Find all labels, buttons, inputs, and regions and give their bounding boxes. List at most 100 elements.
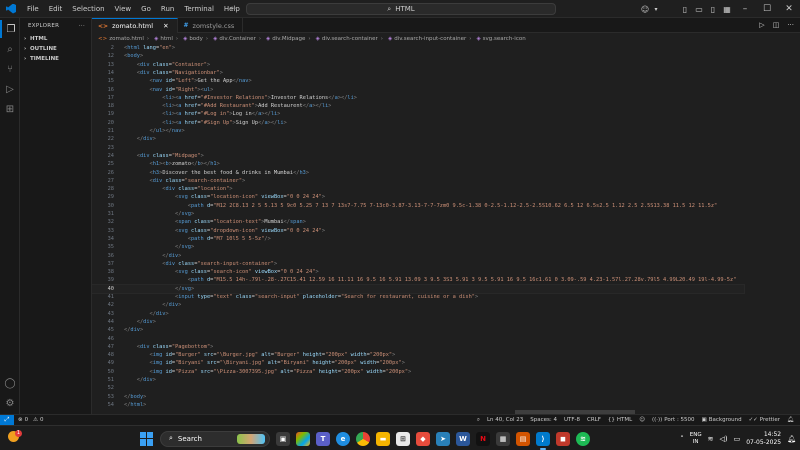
code-line[interactable]: 48 <img id="Burger" src="\Burger.jpg" al… xyxy=(92,351,744,359)
code-line[interactable]: 15 <nav id="Left">Get the App</nav> xyxy=(92,77,744,85)
code-text[interactable] xyxy=(114,144,124,152)
app-red-icon[interactable]: ◆ xyxy=(416,431,430,446)
code-text[interactable]: </div> xyxy=(114,326,143,334)
code-line[interactable]: 25 <h1><b>zomato</b></h1> xyxy=(92,160,744,168)
menu-terminal[interactable]: Terminal xyxy=(179,0,219,18)
code-line[interactable]: 38 <svg class="search-icon" viewBox="0 0… xyxy=(92,268,744,276)
word-icon[interactable]: W xyxy=(456,431,470,446)
code-line[interactable]: 51 </div> xyxy=(92,376,744,384)
code-text[interactable]: <img id="Pizza" src="\Pizza-3007395.jpg"… xyxy=(114,368,412,376)
code-line[interactable]: 46 xyxy=(92,335,744,343)
run-debug-icon[interactable]: ▷ xyxy=(0,80,20,98)
code-editor[interactable]: 2 <html lang="en"> 12 <body> 13 <div class="… xyxy=(92,44,800,414)
toggle-panel-icon[interactable]: ▭ xyxy=(692,5,706,14)
end-of-line[interactable]: CRLF xyxy=(587,417,601,423)
code-line[interactable]: 53 </body> xyxy=(92,393,744,401)
sidebar-section-timeline[interactable]: › TIMELINE xyxy=(20,54,91,64)
prettier-status[interactable]: ✓✓ Prettier xyxy=(749,417,780,423)
code-line[interactable]: 12 <body> xyxy=(92,52,744,60)
tab-zomato-html[interactable]: <> zomato.html ✕ xyxy=(92,18,178,33)
menu-view[interactable]: View xyxy=(110,0,137,18)
code-line[interactable]: 36 </div> xyxy=(92,252,744,260)
code-text[interactable]: </div> xyxy=(114,252,181,260)
extensions-icon[interactable]: ⊞ xyxy=(0,100,20,118)
code-text[interactable]: <span class="location-text">Mumbai</span… xyxy=(114,218,306,226)
code-text[interactable]: <div class="Pagebottom"> xyxy=(114,343,214,351)
search-view-icon[interactable]: ⌕ xyxy=(0,40,20,58)
code-line[interactable]: 41 <input type="text" class="search-inpu… xyxy=(92,293,744,301)
code-text[interactable]: <svg class="search-icon" viewBox="0 0 24… xyxy=(114,268,319,276)
breadcrumb-item[interactable]: › ◈ div.search-container xyxy=(305,36,377,42)
notifications-bell-icon[interactable]: 🔔︎ xyxy=(787,435,796,443)
code-text[interactable]: <div class="Navigationbar"> xyxy=(114,69,223,77)
code-text[interactable]: </div> xyxy=(114,318,156,326)
code-line[interactable]: 24 <div class="Midpage"> xyxy=(92,152,744,160)
code-text[interactable]: </html> xyxy=(114,401,146,409)
code-line[interactable]: 19 <li><a href="#Log in">Log in</a></li> xyxy=(92,110,744,118)
code-line[interactable]: 28 <div class="location"> xyxy=(92,185,744,193)
battery-icon[interactable]: ▭ xyxy=(734,435,741,443)
task-view-icon[interactable]: ▣ xyxy=(276,431,290,446)
menu-selection[interactable]: Selection xyxy=(67,0,109,18)
code-text[interactable]: <div class="search-input-container"> xyxy=(114,260,277,268)
menu-file[interactable]: File xyxy=(22,0,44,18)
code-line[interactable]: 26 <h3>Discover the best food & drinks i… xyxy=(92,169,744,177)
code-text[interactable]: </ul></nav> xyxy=(114,127,185,135)
code-text[interactable]: </svg> xyxy=(114,285,194,293)
minimize-button[interactable]: – xyxy=(734,4,756,14)
indentation[interactable]: Spaces: 4 xyxy=(530,417,557,423)
spotify-icon[interactable]: ≋ xyxy=(576,431,590,446)
code-line[interactable]: 43 </div> xyxy=(92,310,744,318)
live-server-port[interactable]: ((·)) Port : 5500 xyxy=(652,417,695,423)
cursor-position[interactable]: Ln 40, Col 23 xyxy=(487,417,523,423)
source-control-icon[interactable]: ⑂ xyxy=(0,60,20,78)
code-line[interactable]: 14 <div class="Navigationbar"> xyxy=(92,69,744,77)
code-line[interactable]: 33 <svg class="dropdown-icon" viewBox="0… xyxy=(92,227,744,235)
language-mode[interactable]: {} HTML xyxy=(608,417,632,423)
copilot-status-icon[interactable]: ☺ xyxy=(639,417,645,423)
code-line[interactable]: 35 </svg> xyxy=(92,243,744,251)
code-line[interactable]: 27 <div class="search-container"> xyxy=(92,177,744,185)
code-line[interactable]: 42 </div> xyxy=(92,301,744,309)
code-line[interactable]: 21 </ul></nav> xyxy=(92,127,744,135)
code-text[interactable] xyxy=(114,384,124,392)
run-icon[interactable]: ▷ xyxy=(759,21,764,29)
more-actions-icon[interactable]: ··· xyxy=(787,21,794,29)
code-line[interactable]: 13 <div class="Container"> xyxy=(92,61,744,69)
maximize-button[interactable]: ☐ xyxy=(756,4,778,14)
code-text[interactable]: </svg> xyxy=(114,210,194,218)
code-text[interactable]: <img id="Biryani" src="\Biryani.jpg" alt… xyxy=(114,359,405,367)
weather-widget[interactable]: 1 xyxy=(6,430,22,446)
code-line[interactable]: 18 <li><a href="#Add Restaurant">Add Res… xyxy=(92,102,744,110)
code-line[interactable]: 37 <div class="search-input-container"> xyxy=(92,260,744,268)
account-icon[interactable]: ◯ xyxy=(0,374,20,392)
code-text[interactable]: <html lang="en"> xyxy=(114,44,175,52)
code-line[interactable]: 44 </div> xyxy=(92,318,744,326)
code-line[interactable]: 30 <path d="M12 2C8.13 2 5 5.13 5 9c0 5.… xyxy=(92,202,744,210)
menu-go[interactable]: Go xyxy=(136,0,156,18)
back-arrow-icon[interactable]: ← xyxy=(230,4,238,14)
code-text[interactable]: <li><a href="#Add Restaurant">Add Restau… xyxy=(114,102,331,110)
explorer-icon[interactable]: ❐ xyxy=(0,20,20,38)
netflix-icon[interactable]: N xyxy=(476,431,490,446)
code-line[interactable]: 2 <html lang="en"> xyxy=(92,44,744,52)
code-line[interactable]: 22 </div> xyxy=(92,135,744,143)
split-editor-icon[interactable]: ◫ xyxy=(773,21,780,29)
code-text[interactable]: </div> xyxy=(114,376,156,384)
code-line[interactable]: 31 </svg> xyxy=(92,210,744,218)
breadcrumb-item[interactable]: › ◈ div.search-input-container xyxy=(378,36,466,42)
code-line[interactable]: 52 xyxy=(92,384,744,392)
code-text[interactable]: <h3>Discover the best food & drinks in M… xyxy=(114,169,310,177)
bell-icon[interactable]: 🔔︎ xyxy=(787,417,794,423)
input-language[interactable]: ENG IN xyxy=(690,432,702,446)
code-text[interactable]: <path d="M15.5 14h-.79l-.28-.27C15.41 12… xyxy=(114,276,737,284)
remote-icon[interactable]: ⤢ xyxy=(0,414,14,426)
problems-indicator[interactable]: ⊗ 0 ⚠ 0 xyxy=(18,417,44,423)
code-line[interactable]: 20 <li><a href="#Sign Up">Sign Up</a></l… xyxy=(92,119,744,127)
code-text[interactable]: <body> xyxy=(114,52,143,60)
code-line[interactable]: 34 <path d="M7 10l5 5 5-5z"/> xyxy=(92,235,744,243)
breadcrumb-item[interactable]: › ◈ div.Container xyxy=(203,36,256,42)
clock[interactable]: 14:52 07-05-2025 xyxy=(746,431,781,446)
toggle-primary-sidebar-icon[interactable]: ▯ xyxy=(678,5,692,14)
code-text[interactable]: <li><a href="#Sign Up">Sign Up</a></li> xyxy=(114,119,287,127)
